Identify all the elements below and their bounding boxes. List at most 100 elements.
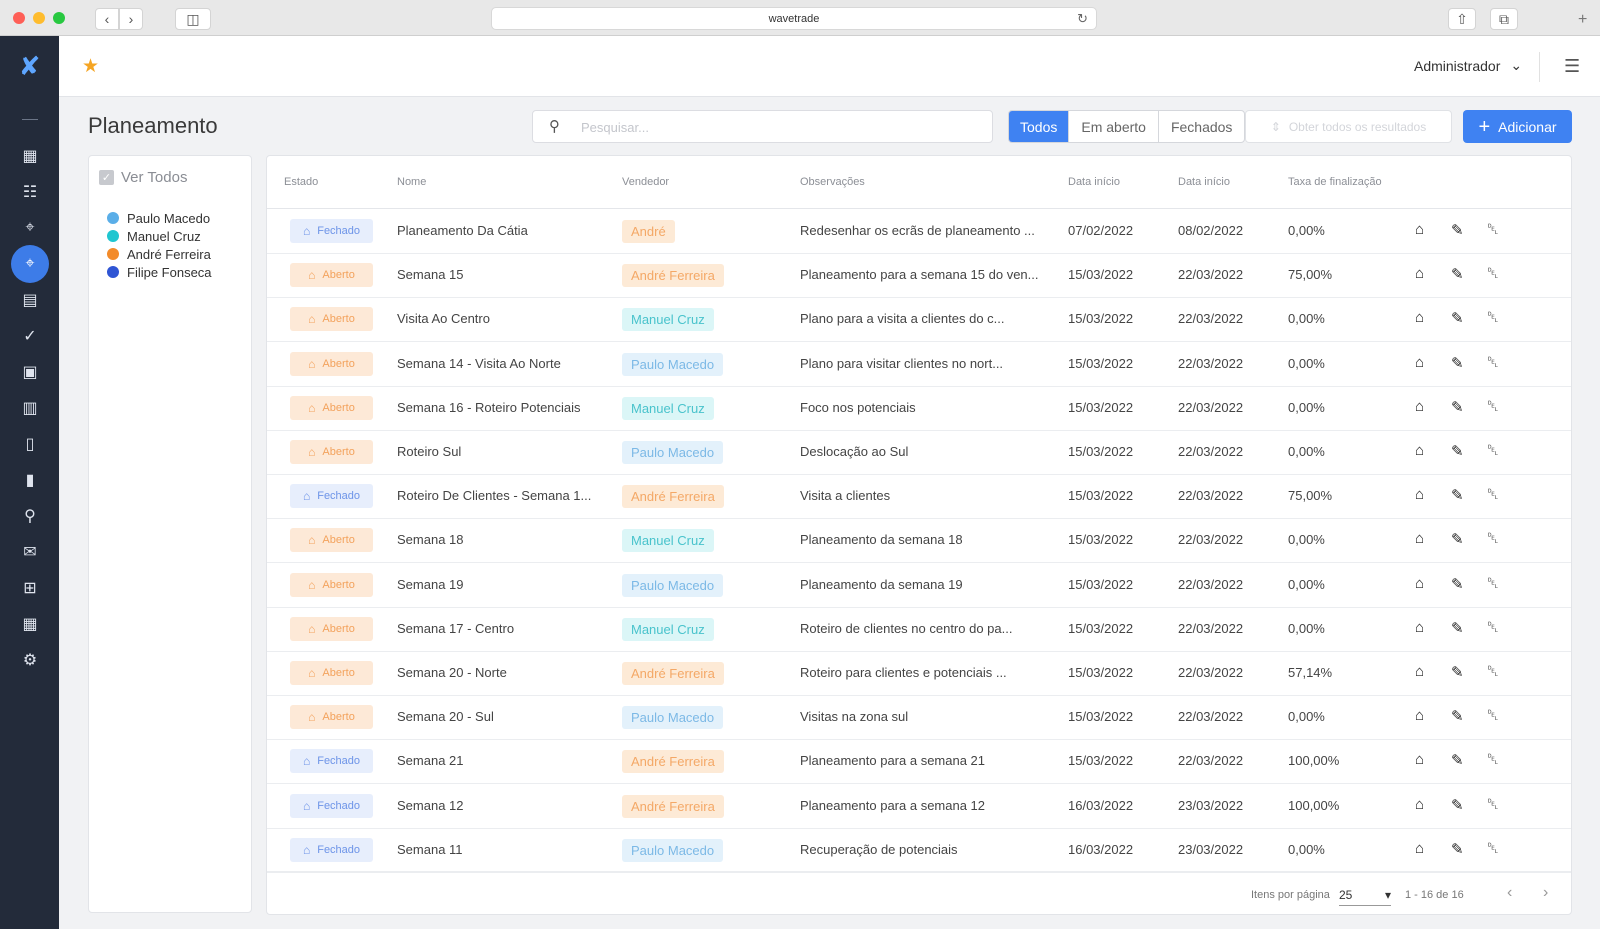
delete-trash-icon[interactable]: ␡ — [1487, 707, 1499, 724]
nav-item-table[interactable]: ▦ — [10, 606, 50, 642]
app-logo[interactable]: ✘ — [0, 36, 59, 96]
table-row[interactable]: ⌂ Aberto Semana 20 - Sul Paulo Macedo Visita… — [267, 695, 1571, 741]
delete-trash-icon[interactable]: ␡ — [1487, 619, 1499, 636]
edit-pencil-icon[interactable]: ✎ — [1451, 663, 1464, 681]
previous-page-icon[interactable]: ‹ — [1507, 884, 1512, 902]
nav-item-add-report[interactable]: ⊞ — [10, 570, 50, 606]
nav-item-phone-route[interactable]: ▮ — [10, 462, 50, 498]
edit-pencil-icon[interactable]: ✎ — [1451, 486, 1464, 504]
lock-icon[interactable]: ⌂ — [1415, 840, 1424, 857]
column-header-name[interactable]: Nome — [397, 176, 426, 188]
edit-pencil-icon[interactable]: ✎ — [1451, 619, 1464, 637]
table-row[interactable]: ⌂ Aberto Semana 14 - Visita Ao Norte Paulo … — [267, 342, 1571, 387]
delete-trash-icon[interactable]: ␡ — [1487, 796, 1499, 813]
table-row[interactable]: ⌂ Fechado Roteiro De Clientes - Semana 1..… — [267, 474, 1571, 520]
table-row[interactable]: ⌂ Aberto Semana 15 André Ferreira Planeament… — [267, 253, 1571, 299]
edit-pencil-icon[interactable]: ✎ — [1451, 309, 1464, 327]
table-row[interactable]: ⌂ Aberto Semana 20 - Norte André Ferreira Ro… — [267, 651, 1571, 696]
add-button[interactable]: + Adicionar — [1463, 110, 1572, 143]
filter-closed-button[interactable]: Fechados — [1157, 111, 1244, 142]
next-page-icon[interactable]: › — [1543, 884, 1548, 902]
table-row[interactable]: ⌂ Aberto Semana 17 - Centro Manuel Cruz Rote… — [267, 607, 1571, 652]
column-header-notes[interactable]: Observações — [800, 176, 865, 188]
status-badge[interactable]: ⌂ Aberto — [290, 616, 373, 641]
table-row[interactable]: ⌂ Fechado Semana 12 André Ferreira Planeamen… — [267, 784, 1571, 829]
lock-icon[interactable]: ⌂ — [1415, 707, 1424, 724]
status-badge[interactable]: ⌂ Aberto — [290, 351, 373, 376]
lock-icon[interactable]: ⌂ — [1415, 619, 1424, 636]
edit-pencil-icon[interactable]: ✎ — [1451, 751, 1464, 769]
delete-trash-icon[interactable]: ␡ — [1487, 442, 1499, 459]
table-row[interactable]: ⌂ Aberto Semana 19 Paulo Macedo Planeamento … — [267, 563, 1571, 608]
edit-pencil-icon[interactable]: ✎ — [1451, 840, 1464, 858]
lock-icon[interactable]: ⌂ — [1415, 398, 1424, 415]
edit-pencil-icon[interactable]: ✎ — [1451, 575, 1464, 593]
lock-icon[interactable]: ⌂ — [1415, 265, 1424, 282]
status-badge[interactable]: ⌂ Fechado — [290, 793, 373, 818]
table-row[interactable]: ⌂ Aberto Semana 16 - Roteiro Potenciais Man… — [267, 386, 1571, 431]
close-window-button[interactable] — [13, 12, 25, 24]
delete-trash-icon[interactable]: ␡ — [1487, 309, 1499, 326]
status-badge[interactable]: ⌂ Aberto — [290, 395, 373, 420]
lock-icon[interactable]: ⌂ — [1415, 442, 1424, 459]
seller-filter-item[interactable]: Paulo Macedo — [107, 209, 212, 227]
table-row[interactable]: ⌂ Fechado Semana 11 Paulo Macedo Recuperação… — [267, 828, 1571, 873]
lock-icon[interactable]: ⌂ — [1415, 221, 1424, 238]
lock-icon[interactable]: ⌂ — [1415, 796, 1424, 813]
delete-trash-icon[interactable]: ␡ — [1487, 265, 1499, 282]
share-icon[interactable]: ⇧ — [1448, 8, 1476, 30]
reload-icon[interactable]: ↻ — [1077, 11, 1088, 27]
table-row[interactable]: ⌂ Aberto Roteiro Sul Paulo Macedo Deslocação… — [267, 430, 1571, 475]
edit-pencil-icon[interactable]: ✎ — [1451, 354, 1464, 372]
status-badge[interactable]: ⌂ Aberto — [290, 572, 373, 597]
column-header-start-date[interactable]: Data início — [1068, 176, 1120, 188]
column-header-completion-rate[interactable]: Taxa de finalização — [1288, 176, 1382, 188]
back-icon[interactable]: ‹ — [95, 8, 119, 30]
nav-item-settings[interactable]: ⚙ — [10, 642, 50, 678]
lock-icon[interactable]: ⌂ — [1415, 575, 1424, 592]
edit-pencil-icon[interactable]: ✎ — [1451, 707, 1464, 725]
delete-trash-icon[interactable]: ␡ — [1487, 398, 1499, 415]
status-badge[interactable]: ⌂ Aberto — [290, 440, 373, 464]
lock-icon[interactable]: ⌂ — [1415, 486, 1424, 503]
delete-trash-icon[interactable]: ␡ — [1487, 663, 1499, 680]
zoom-window-button[interactable] — [53, 12, 65, 24]
table-row[interactable]: ⌂ Fechado Semana 21 André Ferreira Planeamen… — [267, 739, 1571, 785]
seller-filter-item[interactable]: Filipe Fonseca — [107, 263, 212, 281]
delete-trash-icon[interactable]: ␡ — [1487, 840, 1499, 857]
address-bar[interactable]: wavetrade ↻ — [491, 7, 1097, 30]
nav-item-location-pin[interactable]: ⌖ — [10, 210, 50, 246]
edit-pencil-icon[interactable]: ✎ — [1451, 530, 1464, 548]
lock-icon[interactable]: ⌂ — [1415, 530, 1424, 547]
delete-trash-icon[interactable]: ␡ — [1487, 751, 1499, 768]
tabs-overview-icon[interactable]: ⧉ — [1490, 8, 1518, 30]
lock-icon[interactable]: ⌂ — [1415, 354, 1424, 371]
user-menu[interactable]: Administrador ⌄ — [1414, 57, 1522, 74]
search-box[interactable]: ⚲ — [532, 110, 993, 143]
nav-item-contacts-card[interactable]: ☷ — [10, 174, 50, 210]
delete-trash-icon[interactable]: ␡ — [1487, 486, 1499, 503]
seller-filter-item[interactable]: Manuel Cruz — [107, 227, 212, 245]
nav-item-document[interactable]: ▯ — [10, 426, 50, 462]
column-header-state[interactable]: Estado — [284, 176, 318, 188]
sidebar-toggle-icon[interactable]: ◫ — [175, 8, 211, 30]
status-badge[interactable]: ⌂ Aberto — [290, 307, 373, 332]
favorite-star-icon[interactable]: ★ — [82, 55, 99, 78]
delete-trash-icon[interactable]: ␡ — [1487, 354, 1499, 371]
table-row[interactable]: ⌂ Fechado Planeamento Da Cátia André Redesen… — [267, 209, 1571, 254]
column-header-seller[interactable]: Vendedor — [622, 176, 669, 188]
delete-trash-icon[interactable]: ␡ — [1487, 221, 1499, 238]
forward-icon[interactable]: › — [119, 8, 143, 30]
nav-item-calendar[interactable]: ▤ — [10, 282, 50, 318]
edit-pencil-icon[interactable]: ✎ — [1451, 398, 1464, 416]
edit-pencil-icon[interactable]: ✎ — [1451, 221, 1464, 239]
table-row[interactable]: ⌂ Aberto Semana 18 Manuel Cruz Planeamento d… — [267, 518, 1571, 564]
nav-item-mail[interactable]: ✉ — [10, 534, 50, 570]
column-header-end-date[interactable]: Data início — [1178, 176, 1230, 188]
list-menu-icon[interactable]: ☰ — [1564, 56, 1580, 77]
search-input[interactable] — [581, 117, 971, 137]
delete-trash-icon[interactable]: ␡ — [1487, 575, 1499, 592]
filter-open-button[interactable]: Em aberto — [1068, 111, 1158, 142]
nav-item-planning-pin[interactable]: ⌖ — [10, 245, 50, 283]
nav-item-dashboard[interactable]: ▦ — [10, 138, 50, 174]
